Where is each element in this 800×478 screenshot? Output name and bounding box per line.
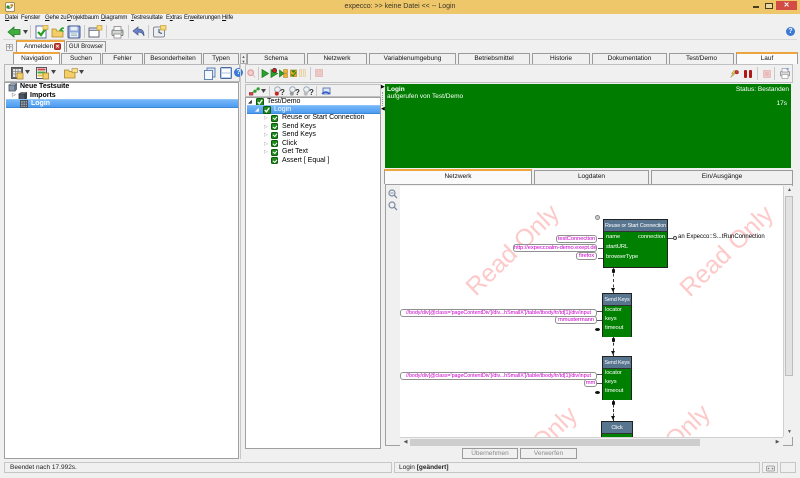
svg-text:?: ? — [280, 88, 285, 96]
svg-text:?: ? — [295, 88, 300, 96]
svg-text:?: ? — [309, 88, 314, 96]
